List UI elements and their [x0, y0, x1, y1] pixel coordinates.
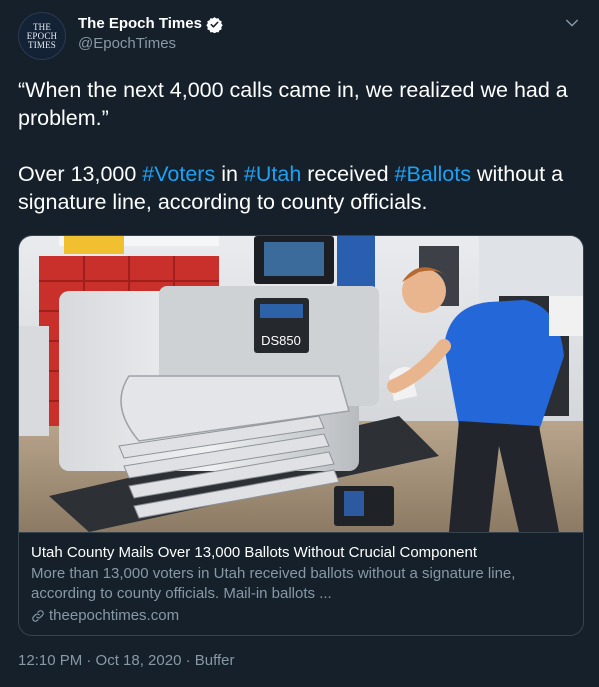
avatar-text-line-3: TIMES: [28, 39, 56, 50]
handle[interactable]: @EpochTimes: [78, 34, 223, 54]
display-name[interactable]: The Epoch Times: [78, 14, 202, 34]
hashtag-ballots[interactable]: #Ballots: [395, 162, 472, 186]
link-card[interactable]: DS850 Utah County Mails Over 13,000 Ball…: [18, 235, 584, 636]
card-domain-row: theepochtimes.com: [31, 606, 571, 626]
article-photo[interactable]: DS850: [19, 236, 584, 532]
tweet-text-segment: in: [215, 162, 244, 186]
card-description: More than 13,000 voters in Utah received…: [31, 565, 516, 602]
card-domain: theepochtimes.com: [49, 607, 180, 624]
hashtag-utah[interactable]: #Utah: [244, 162, 301, 186]
display-name-row[interactable]: The Epoch Times: [78, 14, 223, 34]
avatar[interactable]: THE EPOCH TIMES: [18, 12, 66, 60]
hashtag-voters[interactable]: #Voters: [142, 162, 215, 186]
tweet-paragraph-2: Over 13,000 #Voters in #Utah received #B…: [18, 160, 583, 216]
tweet-text-segment: received: [301, 162, 395, 186]
tweet-text-segment: Over 13,000: [18, 162, 143, 186]
author-names: The Epoch Times @EpochTimes: [78, 14, 223, 54]
tweet-paragraph-1: “When the next 4,000 calls came in, we r…: [18, 78, 568, 130]
tweet-timestamp[interactable]: 12:10 PM · Oct 18, 2020 · Buffer: [18, 652, 235, 669]
chevron-down-icon[interactable]: [563, 14, 581, 32]
verified-icon: [206, 16, 223, 33]
link-icon: [32, 610, 44, 622]
machine-label: DS850: [261, 333, 301, 348]
card-title[interactable]: Utah County Mails Over 13,000 Ballots Wi…: [31, 543, 571, 562]
card-body[interactable]: Utah County Mails Over 13,000 Ballots Wi…: [19, 532, 583, 635]
tweet-header: THE EPOCH TIMES The Epoch Times @EpochTi…: [18, 12, 581, 62]
tweet-text: “When the next 4,000 calls came in, we r…: [18, 76, 583, 244]
